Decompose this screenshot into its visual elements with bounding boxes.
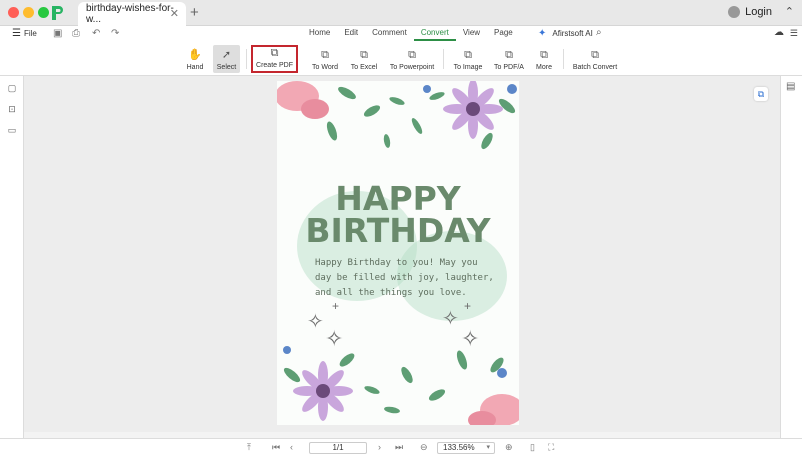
to-excel-button[interactable]: ⧉ To Excel xyxy=(349,45,379,73)
cursor-icon: ➚ xyxy=(221,49,232,61)
toolbar-divider xyxy=(443,49,444,69)
create-pdf-button[interactable]: ⧉ Create PDF xyxy=(251,45,298,73)
single-page-icon[interactable]: ▯ xyxy=(530,442,535,453)
ai-sparkle-icon: ✦ xyxy=(538,28,547,39)
sparkle-icon: ✧ xyxy=(442,308,459,330)
bookmark-icon[interactable]: ⊡ xyxy=(6,104,18,116)
to-pdfa-button[interactable]: ⧉ To PDF/A xyxy=(493,45,525,73)
floral-top-decoration xyxy=(277,81,517,150)
maximize-window-button[interactable] xyxy=(38,7,49,18)
powerpoint-icon: ⧉ xyxy=(408,49,416,61)
hand-tool-label: Hand xyxy=(186,64,204,71)
hamburger-icon: ☰ xyxy=(12,28,21,39)
tab-comment[interactable]: Comment xyxy=(365,26,414,41)
to-word-label: To Word xyxy=(312,64,338,71)
zoom-value: 133.56% xyxy=(443,443,475,452)
last-page-icon[interactable]: ⏭ xyxy=(395,442,403,453)
to-powerpoint-button[interactable]: ⧉ To Powerpoint xyxy=(388,45,436,73)
login-button[interactable]: Login xyxy=(728,6,772,18)
redo-icon[interactable]: ↷ xyxy=(111,28,119,39)
minimize-window-button[interactable] xyxy=(23,7,34,18)
sparkle-icon: + xyxy=(332,299,340,313)
title-bar: birthday-wishes-for-w... ✕ + Login ⌃ xyxy=(0,0,802,26)
ai-label: Afirstsoft AI xyxy=(552,29,593,38)
zoom-out-icon[interactable]: ⊖ xyxy=(420,442,428,453)
tab-edit[interactable]: Edit xyxy=(337,26,365,41)
pdf-page[interactable]: HAPPY BIRTHDAY Happy Birthday to you! Ma… xyxy=(277,81,519,425)
to-word-button[interactable]: ⧉ To Word xyxy=(310,45,340,73)
prev-page-icon[interactable]: ‹ xyxy=(290,442,293,452)
ai-assistant-button[interactable]: ✦ Afirstsoft AI xyxy=(538,28,593,39)
next-page-icon[interactable]: › xyxy=(378,442,381,452)
tab-view[interactable]: View xyxy=(456,26,487,41)
menu-tabs: Home Edit Comment Convert View Page xyxy=(302,26,520,41)
select-tool-label: Select xyxy=(216,64,237,71)
search-icon[interactable]: ⌕ xyxy=(596,27,602,38)
more-icon: ⧉ xyxy=(540,49,548,61)
undo-icon[interactable]: ↶ xyxy=(92,28,100,39)
translate-icon[interactable]: ⧉ xyxy=(754,87,768,101)
floral-bottom-decoration xyxy=(283,346,519,425)
chevron-down-icon: ▾ xyxy=(486,444,490,451)
more-label: More xyxy=(536,64,552,71)
close-window-button[interactable] xyxy=(8,7,19,18)
save-icon[interactable]: ▣ xyxy=(53,28,62,39)
file-label: File xyxy=(23,29,37,38)
fit-page-icon[interactable]: ⛶ xyxy=(548,442,554,453)
to-powerpoint-label: To Powerpoint xyxy=(389,64,435,71)
left-sidebar: ▢ ⊡ ▭ xyxy=(0,76,24,438)
comment-icon[interactable]: ▭ xyxy=(6,125,18,137)
word-icon: ⧉ xyxy=(321,49,329,61)
to-image-button[interactable]: ⧉ To Image xyxy=(452,45,484,73)
close-tab-icon[interactable]: ✕ xyxy=(170,7,179,20)
collapse-icon[interactable]: ⌃ xyxy=(785,5,794,18)
more-button[interactable]: ⧉ More xyxy=(533,45,555,73)
batch-convert-button[interactable]: ⧉ Batch Convert xyxy=(570,45,620,73)
cloud-icon[interactable]: ☁ xyxy=(774,27,784,38)
to-image-label: To Image xyxy=(453,64,483,71)
create-pdf-icon: ⧉ xyxy=(270,47,279,59)
toolbar-divider xyxy=(563,49,564,69)
to-pdfa-label: To PDF/A xyxy=(494,64,524,71)
select-tool-button[interactable]: ➚ Select xyxy=(213,45,240,73)
image-icon: ⧉ xyxy=(464,49,472,61)
file-menu-button[interactable]: ☰ File xyxy=(12,28,37,39)
sparkle-icon: ✧ xyxy=(307,311,324,333)
hand-tool-button[interactable]: ✋ Hand xyxy=(184,45,206,73)
first-page-icon[interactable]: ⏮ xyxy=(272,442,280,453)
thumbnail-icon[interactable]: ▢ xyxy=(6,83,18,95)
status-bar: ⤒ ⏮ ‹ 1/1 › ⏭ ⊖ 133.56% ▾ ⊕ ▯ ⛶ xyxy=(0,438,802,456)
convert-toolbar: ✋ Hand ➚ Select ⧉ Create PDF ⧉ To Word ⧉… xyxy=(0,43,802,76)
batch-icon: ⧉ xyxy=(591,49,599,61)
properties-panel-icon[interactable]: ▤ xyxy=(786,81,795,92)
avatar-icon xyxy=(728,6,741,18)
zoom-select[interactable]: 133.56% ▾ xyxy=(437,442,495,454)
hand-icon: ✋ xyxy=(188,49,202,61)
sparkle-icon: + xyxy=(464,299,472,313)
pdfa-icon: ⧉ xyxy=(505,49,513,61)
more-menu-icon[interactable]: ☰ xyxy=(790,28,798,39)
page-number-input[interactable]: 1/1 xyxy=(309,442,367,454)
zoom-in-icon[interactable]: ⊕ xyxy=(505,442,513,453)
tab-convert[interactable]: Convert xyxy=(413,26,456,41)
right-sidebar: ▤ xyxy=(780,76,802,438)
toolbar-divider xyxy=(246,49,247,69)
print-icon[interactable]: ⎙ xyxy=(72,28,80,39)
birthday-message: Happy Birthday to you! May you day be fi… xyxy=(315,258,494,298)
page-heading-line2: BIRTHDAY xyxy=(305,211,491,250)
menu-bar: ☰ File ▣ ⎙ ↶ ↷ Home Edit Comment Convert… xyxy=(0,26,802,43)
new-tab-button[interactable]: + xyxy=(190,4,199,21)
to-excel-label: To Excel xyxy=(350,64,378,71)
app-logo-icon xyxy=(52,6,63,20)
tab-home[interactable]: Home xyxy=(302,26,337,41)
document-tab[interactable]: birthday-wishes-for-w... ✕ xyxy=(78,2,186,26)
excel-icon: ⧉ xyxy=(360,49,368,61)
login-label: Login xyxy=(745,6,772,18)
fit-top-icon[interactable]: ⤒ xyxy=(247,442,251,453)
tab-page[interactable]: Page xyxy=(487,26,520,41)
create-pdf-label: Create PDF xyxy=(256,62,293,69)
batch-convert-label: Batch Convert xyxy=(572,64,618,71)
